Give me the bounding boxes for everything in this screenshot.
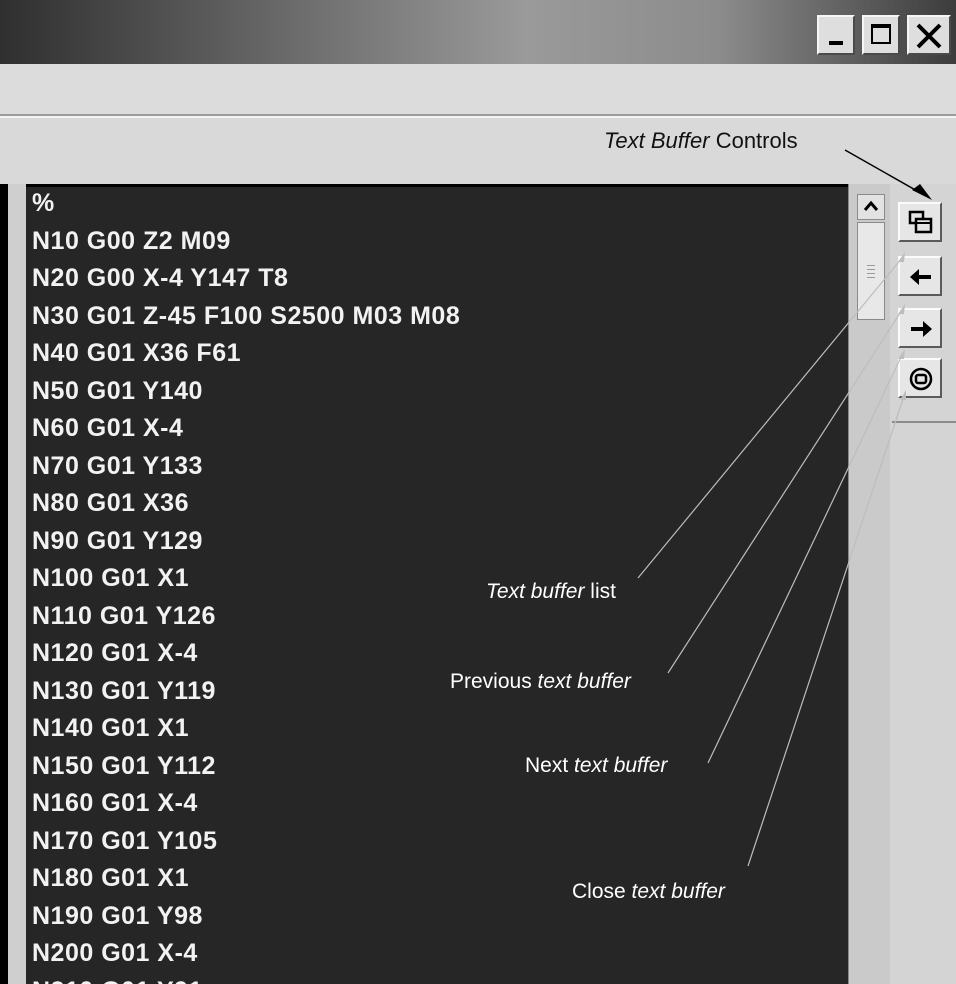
code-line: N210 G01 Y91 bbox=[32, 977, 203, 984]
window-title-bar bbox=[0, 0, 956, 64]
code-line: N110 G01 Y126 bbox=[32, 601, 216, 630]
maximize-button[interactable] bbox=[862, 15, 900, 55]
arrow-left-icon bbox=[910, 269, 931, 285]
controls-divider bbox=[892, 421, 956, 423]
nc-code-editor[interactable]: % N10 G00 Z2 M09 N20 G00 X-4 Y147 T8 N30 G0… bbox=[26, 184, 848, 984]
callout-title-italic: Text Buffer bbox=[604, 128, 710, 153]
code-line: N10 G00 Z2 M09 bbox=[32, 226, 231, 255]
code-line: N100 G01 X1 bbox=[32, 564, 189, 592]
editor-gutter bbox=[8, 184, 26, 984]
maximize-icon bbox=[871, 24, 891, 44]
code-line: N90 G01 Y129 bbox=[32, 526, 203, 555]
code-line: % bbox=[32, 189, 55, 217]
toolbar-divider bbox=[0, 116, 956, 118]
code-line: N150 G01 Y112 bbox=[32, 751, 216, 780]
code-line: N30 G01 Z-45 F100 S2500 M03 M08 bbox=[32, 301, 461, 330]
scroll-thumb[interactable] bbox=[857, 222, 885, 320]
code-line: N80 G01 X36 bbox=[32, 489, 189, 517]
menu-bar bbox=[0, 64, 956, 116]
code-line: N200 G01 X-4 bbox=[32, 939, 198, 967]
arrow-right-icon bbox=[911, 321, 932, 337]
close-icon bbox=[916, 23, 942, 49]
annotation-text-buffer-list: Text buffer list bbox=[486, 580, 616, 603]
next-text-buffer-button[interactable] bbox=[898, 308, 942, 348]
code-line: N170 G01 Y105 bbox=[32, 826, 218, 855]
text-buffer-controls-label: Text Buffer Controls bbox=[604, 128, 798, 154]
code-line: N120 G01 X-4 bbox=[32, 639, 198, 667]
vertical-scrollbar[interactable] bbox=[848, 184, 891, 984]
code-line: N50 G01 Y140 bbox=[32, 376, 203, 405]
code-line: N20 G00 X-4 Y147 T8 bbox=[32, 264, 289, 292]
code-line: N60 G01 X-4 bbox=[32, 414, 184, 442]
editor-left-margin bbox=[0, 184, 8, 984]
close-text-buffer-button[interactable] bbox=[898, 358, 942, 398]
annotation-next-text-buffer: Next text buffer bbox=[525, 754, 668, 777]
code-line: N160 G01 X-4 bbox=[32, 789, 198, 817]
annotation-previous-text-buffer: Previous text buffer bbox=[450, 670, 631, 693]
code-line: N180 G01 X1 bbox=[32, 864, 189, 892]
minimize-icon bbox=[829, 41, 843, 45]
callout-title-rest: Controls bbox=[709, 128, 798, 153]
chevron-up-icon bbox=[863, 200, 879, 211]
code-line: N190 G01 Y98 bbox=[32, 901, 203, 930]
text-buffer-list-button[interactable] bbox=[898, 202, 942, 242]
code-line: N70 G01 Y133 bbox=[32, 451, 203, 480]
text-buffer-list-icon bbox=[908, 210, 933, 234]
scroll-up-button[interactable] bbox=[857, 194, 885, 220]
code-line: N140 G01 X1 bbox=[32, 714, 189, 742]
code-line: N130 G01 Y119 bbox=[32, 676, 216, 705]
code-line: N40 G01 X36 F61 bbox=[32, 339, 242, 367]
annotation-close-text-buffer: Close text buffer bbox=[572, 880, 725, 903]
close-window-button[interactable] bbox=[907, 15, 951, 55]
minimize-button[interactable] bbox=[817, 15, 855, 55]
text-buffer-controls bbox=[890, 184, 956, 984]
previous-text-buffer-button[interactable] bbox=[898, 256, 942, 296]
close-buffer-icon bbox=[909, 367, 933, 391]
